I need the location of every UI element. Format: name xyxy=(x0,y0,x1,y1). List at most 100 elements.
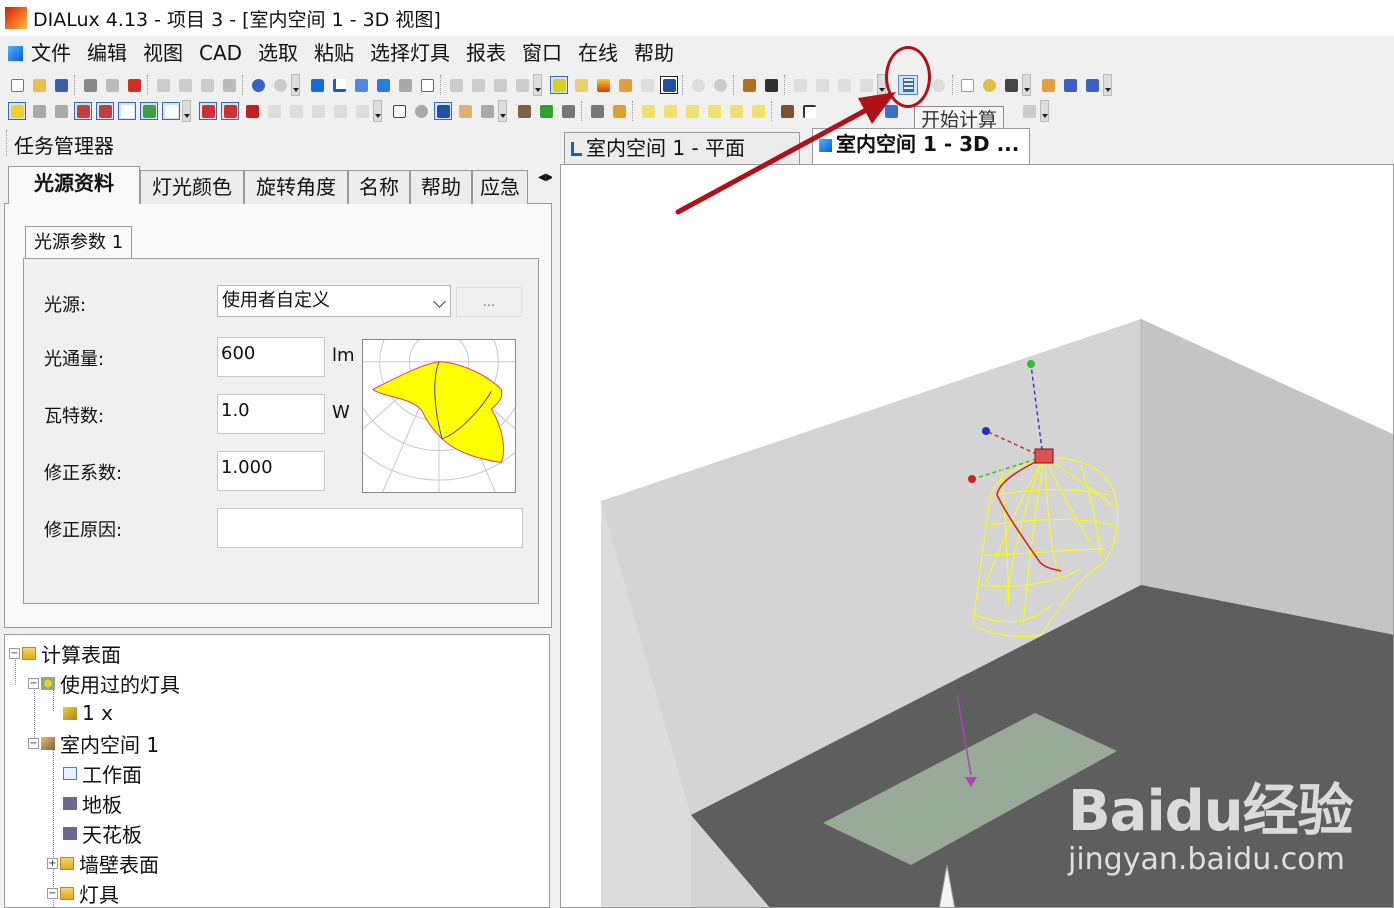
object-b-icon[interactable] xyxy=(610,102,628,120)
menu-cad[interactable]: CAD xyxy=(199,39,242,67)
layout-b-icon[interactable] xyxy=(1061,76,1079,94)
tree-item-workplane[interactable]: 工作面 xyxy=(63,759,142,787)
report-icon[interactable] xyxy=(959,76,977,94)
render-mode-icon[interactable] xyxy=(572,76,590,94)
wrench-icon[interactable] xyxy=(513,76,531,94)
draw-d-icon[interactable] xyxy=(287,102,305,120)
select-f-icon[interactable] xyxy=(118,102,136,120)
tree-item-used-luminaires[interactable]: − 使用过的灯具 xyxy=(28,669,180,697)
correction-factor-input[interactable]: 1.000 xyxy=(217,451,325,491)
menu-window[interactable]: 窗口 xyxy=(522,39,562,67)
select-e-icon[interactable] xyxy=(96,102,114,120)
select-c-icon[interactable] xyxy=(52,102,70,120)
plant-icon[interactable] xyxy=(537,102,555,120)
tab-light-source-data[interactable]: 光源资料 xyxy=(8,166,140,205)
search-icon[interactable] xyxy=(981,76,999,94)
object-a-icon[interactable] xyxy=(588,102,606,120)
toolbar-dropdown[interactable] xyxy=(1022,74,1032,96)
toolbar-dropdown[interactable] xyxy=(291,74,300,96)
subtab-light-params-1[interactable]: 光源参数 1 xyxy=(25,226,133,260)
open-icon[interactable] xyxy=(30,76,48,94)
menu-reports[interactable]: 报表 xyxy=(466,39,506,67)
tab-emergency[interactable]: 应急 xyxy=(472,170,528,204)
tree-item-calc-surfaces[interactable]: − 计算表面 xyxy=(9,639,121,667)
menu-online[interactable]: 在线 xyxy=(578,39,618,67)
room-mode-icon[interactable] xyxy=(550,76,568,94)
paste-special-icon[interactable] xyxy=(220,76,238,94)
draw-g-icon[interactable] xyxy=(353,102,371,120)
toolbar-dropdown[interactable] xyxy=(1040,100,1049,122)
front-view-icon[interactable] xyxy=(374,76,392,94)
draw-e-icon[interactable] xyxy=(309,102,327,120)
disabled-a-icon[interactable] xyxy=(638,76,656,94)
grid-icon[interactable] xyxy=(1020,102,1038,120)
layout-c-icon[interactable] xyxy=(1083,76,1101,94)
collapse-icon[interactable]: − xyxy=(28,677,39,689)
redo-icon[interactable] xyxy=(271,76,289,94)
menu-edit[interactable]: 编辑 xyxy=(87,39,127,67)
toolbar-dropdown[interactable] xyxy=(182,100,191,122)
luminaire-icon[interactable] xyxy=(1034,448,1054,464)
toolbar-dropdown[interactable] xyxy=(373,100,382,122)
tool-a-icon[interactable] xyxy=(447,76,465,94)
select-d-icon[interactable] xyxy=(74,102,92,120)
tab-name[interactable]: 名称 xyxy=(348,170,410,204)
copy-icon[interactable] xyxy=(176,76,194,94)
pdf-icon[interactable] xyxy=(125,76,143,94)
furniture-icon[interactable] xyxy=(515,102,533,120)
select-g-icon[interactable] xyxy=(140,102,158,120)
walk-icon[interactable] xyxy=(478,102,496,120)
toolbar-dropdown[interactable] xyxy=(1103,74,1113,96)
texture-icon[interactable] xyxy=(559,102,577,120)
tool-c-icon[interactable] xyxy=(491,76,509,94)
expand-icon[interactable]: + xyxy=(47,857,58,869)
panel-splitter[interactable] xyxy=(552,128,560,908)
tab-help[interactable]: 帮助 xyxy=(410,170,472,204)
menu-paste[interactable]: 粘贴 xyxy=(314,39,354,67)
draw-f-icon[interactable] xyxy=(331,102,349,120)
collapse-icon[interactable]: − xyxy=(28,737,39,749)
save-icon[interactable] xyxy=(52,76,70,94)
draw-a-icon[interactable] xyxy=(199,102,217,120)
globe-icon[interactable] xyxy=(930,76,948,94)
zoom-icon[interactable] xyxy=(412,102,430,120)
correction-reason-input[interactable] xyxy=(217,508,523,548)
tree-item-room-1[interactable]: − 室内空间 1 xyxy=(28,729,159,757)
tree-item-luminaire-1x[interactable]: 1 x xyxy=(63,699,113,727)
select-icon[interactable] xyxy=(8,102,26,120)
menu-select-luminaire[interactable]: 选择灯具 xyxy=(370,39,450,67)
select-h-icon[interactable] xyxy=(162,102,180,120)
plan-view-icon[interactable] xyxy=(330,76,348,94)
hand-icon[interactable] xyxy=(456,102,474,120)
tool-b-icon[interactable] xyxy=(469,76,487,94)
menu-help[interactable]: 帮助 xyxy=(634,39,674,67)
pointer-icon[interactable] xyxy=(390,102,408,120)
false-color-icon[interactable] xyxy=(594,76,612,94)
flux-input[interactable]: 600 xyxy=(217,337,325,377)
source-select[interactable]: 使用者自定义 xyxy=(217,285,451,317)
side-view-icon[interactable] xyxy=(352,76,370,94)
new-icon[interactable] xyxy=(8,76,26,94)
tree-item-wall-surfaces[interactable]: + 墙壁表面 xyxy=(47,849,159,877)
calc-surface-a-icon[interactable] xyxy=(639,102,657,120)
room-view-icon[interactable] xyxy=(396,76,414,94)
paste-icon[interactable] xyxy=(198,76,216,94)
orbit-icon[interactable] xyxy=(434,102,452,120)
panel-grip[interactable] xyxy=(6,130,9,156)
draw-b-icon[interactable] xyxy=(221,102,239,120)
zoom-fit-icon[interactable] xyxy=(418,76,436,94)
layout-a-icon[interactable] xyxy=(1039,76,1057,94)
collapse-icon[interactable]: − xyxy=(9,647,20,659)
cube-view-icon[interactable] xyxy=(308,76,326,94)
print-preview-icon[interactable] xyxy=(103,76,121,94)
light-scene-icon[interactable] xyxy=(616,76,634,94)
tab-light-color[interactable]: 灯光颜色 xyxy=(140,170,244,204)
print-icon[interactable] xyxy=(81,76,99,94)
select-b-icon[interactable] xyxy=(30,102,48,120)
cut-icon[interactable] xyxy=(154,76,172,94)
tab-rotation-angle[interactable]: 旋转角度 xyxy=(244,170,348,204)
toolbar-dropdown[interactable] xyxy=(498,100,507,122)
collapse-icon[interactable]: − xyxy=(47,887,58,899)
undo-icon[interactable] xyxy=(249,76,267,94)
toolbar-dropdown[interactable] xyxy=(533,74,542,96)
